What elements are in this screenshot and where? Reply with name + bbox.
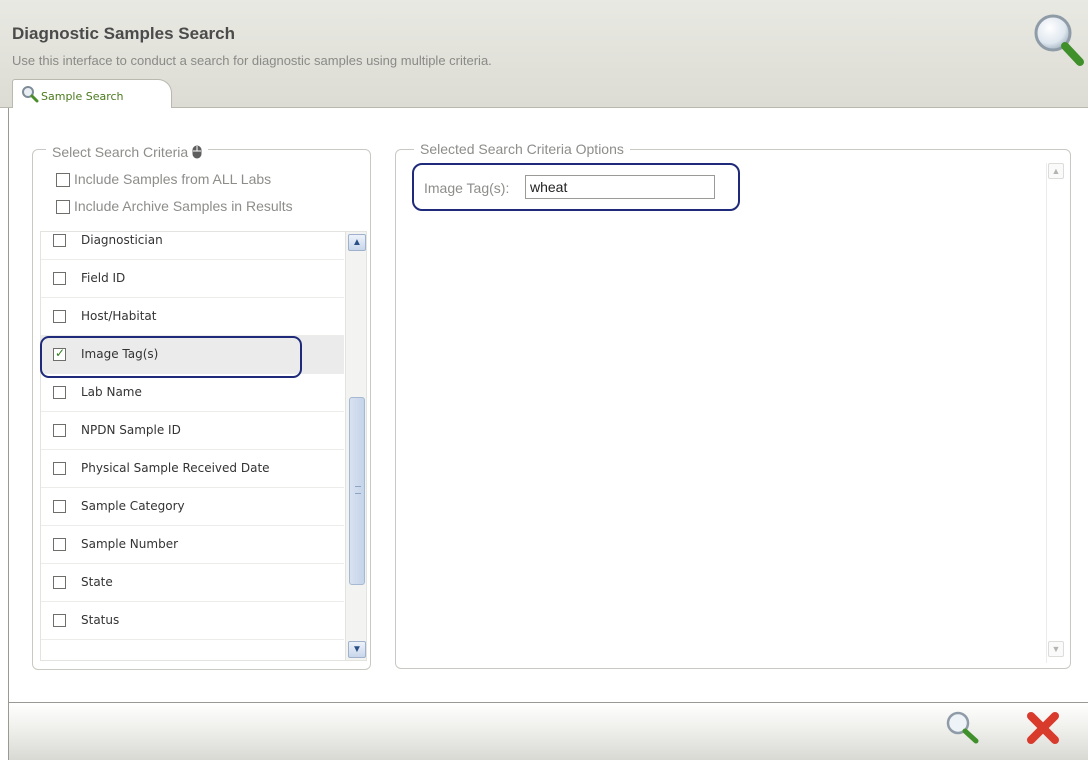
include-all-labs-checkbox[interactable] [56, 173, 70, 187]
criteria-list: Diagnostician Field ID Host/Habitat ✓ Im… [40, 231, 367, 661]
page-title: Diagnostic Samples Search [12, 24, 235, 43]
scroll-up-button[interactable]: ▲ [1048, 163, 1064, 179]
criteria-scrollbar[interactable]: ▲ ▼ [345, 232, 366, 660]
legend-text: Select Search Criteria [52, 144, 189, 160]
criteria-checkbox[interactable] [53, 234, 66, 247]
criteria-row-host-habitat[interactable]: Host/Habitat [41, 298, 344, 336]
option-label: Include Samples from ALL Labs [74, 171, 272, 187]
criteria-checkbox[interactable] [53, 272, 66, 285]
criteria-row-state[interactable]: State [41, 564, 344, 602]
criteria-checkbox[interactable] [53, 500, 66, 513]
criteria-label: Sample Category [81, 499, 185, 513]
image-tag-input[interactable] [525, 175, 715, 199]
criteria-label: State [81, 575, 113, 589]
criteria-label: NPDN Sample ID [81, 423, 181, 437]
search-criteria-legend: Select Search Criteria [46, 143, 209, 161]
options-scrollbar[interactable]: ▲ ▼ [1046, 163, 1064, 663]
scroll-down-button[interactable]: ▼ [348, 641, 366, 658]
scroll-down-button[interactable]: ▼ [1048, 641, 1064, 657]
selected-criteria-panel [395, 149, 1071, 669]
scroll-up-button[interactable]: ▲ [348, 234, 366, 251]
grip-icon [355, 486, 361, 494]
criteria-label: Field ID [81, 271, 126, 285]
criteria-checkbox[interactable] [53, 310, 66, 323]
selected-criteria-legend: Selected Search Criteria Options [414, 140, 630, 158]
criteria-checkbox[interactable] [53, 614, 66, 627]
search-icon [1034, 14, 1084, 66]
tab-sample-search[interactable]: Sample Search [12, 79, 172, 109]
header: Diagnostic Samples Search Use this inter… [0, 0, 1088, 109]
highlight-outline [40, 336, 302, 378]
criteria-row-sample-number[interactable]: Sample Number [41, 526, 344, 564]
criteria-row-sample-category[interactable]: Sample Category [41, 488, 344, 526]
criteria-checkbox[interactable] [53, 424, 66, 437]
criteria-checkbox[interactable] [53, 576, 66, 589]
image-tag-label: Image Tag(s): [424, 180, 510, 196]
criteria-row-lab-name[interactable]: Lab Name [41, 374, 344, 412]
criteria-row-npdn-sample-id[interactable]: NPDN Sample ID [41, 412, 344, 450]
scroll-thumb[interactable] [349, 397, 365, 585]
cancel-icon[interactable] [1025, 710, 1061, 746]
criteria-checkbox[interactable] [53, 538, 66, 551]
mouse-icon [192, 145, 202, 159]
tab-label: Sample Search [41, 90, 124, 103]
page-subtitle: Use this interface to conduct a search f… [12, 53, 492, 68]
criteria-label: Status [81, 613, 120, 627]
criteria-label: Lab Name [81, 385, 142, 399]
search-icon[interactable] [945, 710, 979, 744]
criteria-label: Physical Sample Received Date [81, 461, 270, 475]
criteria-label: Sample Number [81, 537, 179, 551]
option-label: Include Archive Samples in Results [74, 198, 293, 214]
criteria-label: Host/Habitat [81, 309, 157, 323]
criteria-label: Diagnostician [81, 233, 163, 247]
criteria-row-status[interactable]: Status [41, 602, 344, 640]
criteria-row-received-date[interactable]: Physical Sample Received Date [41, 450, 344, 488]
footer-toolbar [8, 702, 1088, 760]
criteria-row-field-id[interactable]: Field ID [41, 260, 344, 298]
criteria-checkbox[interactable] [53, 386, 66, 399]
search-icon [22, 86, 39, 103]
include-archive-checkbox[interactable] [56, 200, 70, 214]
criteria-checkbox[interactable] [53, 462, 66, 475]
criteria-row-diagnostician[interactable]: Diagnostician [41, 232, 344, 260]
